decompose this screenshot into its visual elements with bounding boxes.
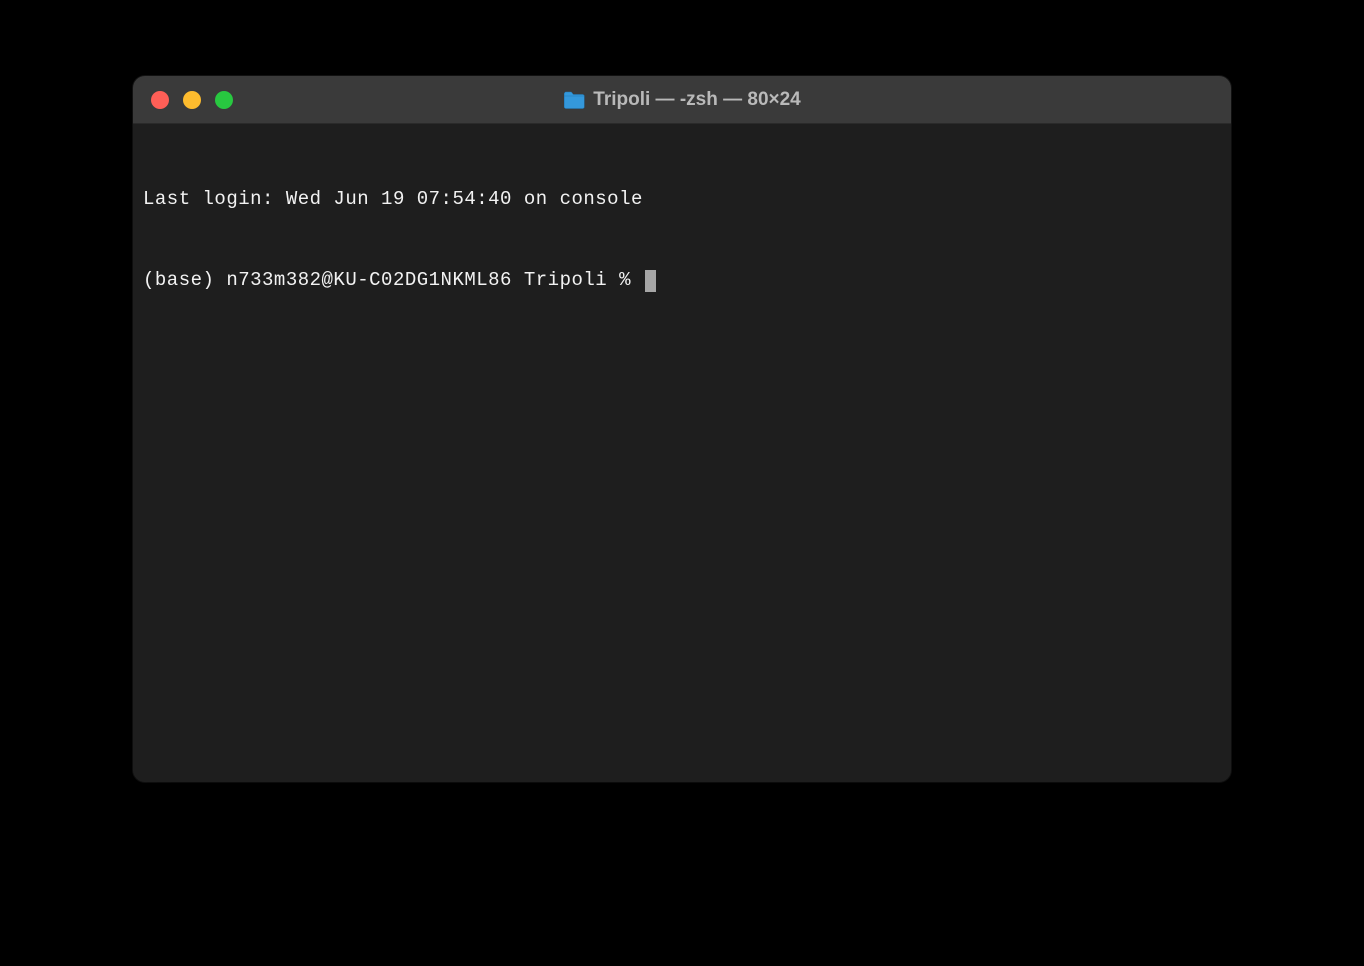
window-title: Tripoli — -zsh — 80×24 <box>563 89 800 111</box>
close-button[interactable] <box>151 91 169 109</box>
title-bar[interactable]: Tripoli — -zsh — 80×24 <box>133 76 1231 124</box>
window-title-text: Tripoli — -zsh — 80×24 <box>593 89 800 111</box>
terminal-body[interactable]: Last login: Wed Jun 19 07:54:40 on conso… <box>133 124 1231 782</box>
minimize-button[interactable] <box>183 91 201 109</box>
last-login-line: Last login: Wed Jun 19 07:54:40 on conso… <box>143 186 1221 213</box>
traffic-lights <box>133 91 233 109</box>
zoom-button[interactable] <box>215 91 233 109</box>
shell-prompt: (base) n733m382@KU-C02DG1NKML86 Tripoli … <box>143 267 643 294</box>
prompt-line: (base) n733m382@KU-C02DG1NKML86 Tripoli … <box>143 267 1221 294</box>
folder-icon <box>563 91 585 109</box>
cursor <box>645 270 656 292</box>
terminal-window: Tripoli — -zsh — 80×24 Last login: Wed J… <box>133 76 1231 782</box>
